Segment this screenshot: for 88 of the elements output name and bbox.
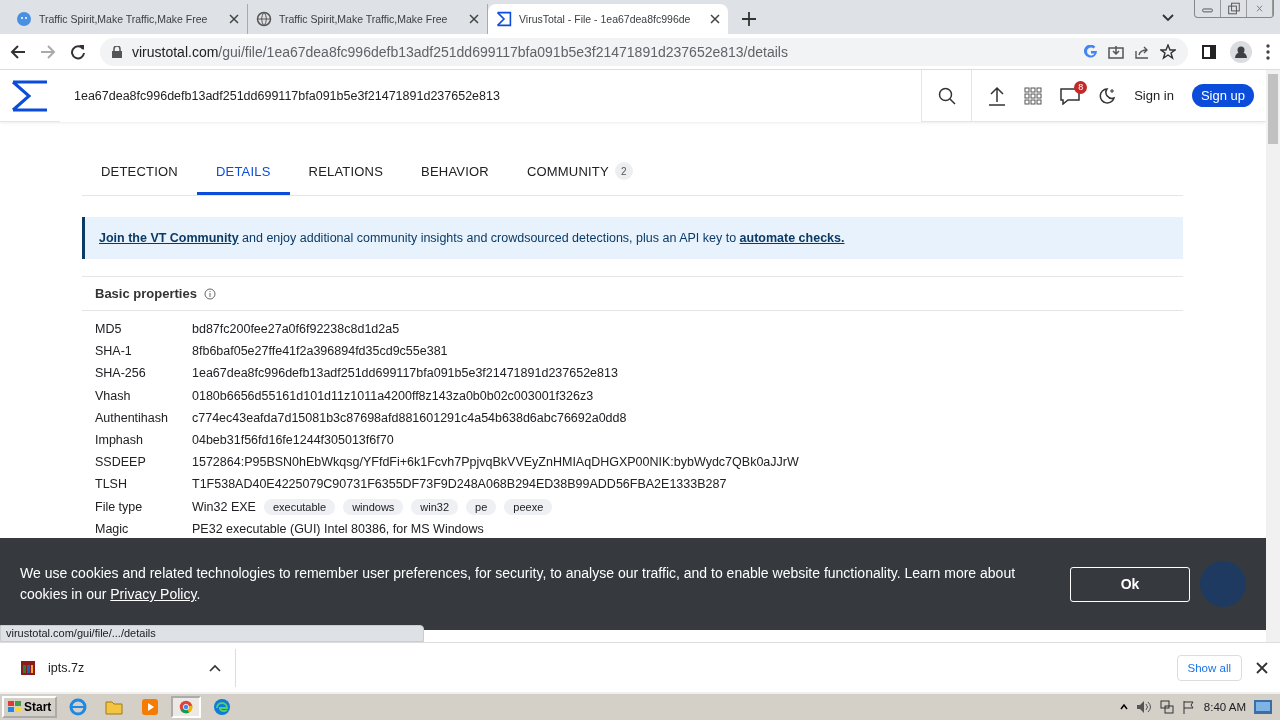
property-value: PE32 executable (GUI) Intel 80386, for MS Windows <box>192 521 484 536</box>
property-label: Magic <box>95 521 130 536</box>
clock: 8:40 AM <box>1203 701 1246 713</box>
notification-badge: 8 <box>1074 80 1088 94</box>
property-label: Vhash <box>95 388 132 403</box>
property-value: c774ec43eafda7d15081b3c87698afd881601291c4a54b638d6abc76692a0dd8 <box>192 410 627 425</box>
sign-up-button[interactable]: Sign up <box>1191 84 1254 107</box>
nav-tab[interactable]: DETECTION <box>82 150 197 195</box>
property-value: T1F538AD40E4225079C90731F6355DF73F9D248A068B294ED38B99ADD56FBA2E1333B287 <box>192 477 727 492</box>
section-title: Basic properties <box>95 286 197 301</box>
close-icon[interactable] <box>469 14 479 24</box>
nav-tab[interactable]: BEHAVIOR <box>402 150 508 195</box>
property-label: Imphash <box>95 433 144 448</box>
sigma-logo-icon <box>496 11 512 27</box>
property-value: 1572864:P95BSN0hEbWkqsg/YFfdFi+6k1Fcvh7PpjvqBkVVEyZnHMIAqDHGXP00NIK:bybWydc7QBk0aJJrW <box>192 455 799 470</box>
tag[interactable]: windows <box>343 498 404 515</box>
chevron-down-icon[interactable] <box>1162 14 1174 22</box>
count-badge: 2 <box>614 162 633 180</box>
windows-flag-icon <box>8 701 22 713</box>
tag[interactable]: peexe <box>504 498 553 515</box>
property-value: 8fb6baf05e27ffe41f2a396894fd35cd9c55e381 <box>192 344 448 359</box>
archive-icon <box>20 659 36 676</box>
taskbar-app[interactable] <box>171 696 202 718</box>
chat-icon[interactable] <box>1060 86 1081 105</box>
globe-icon <box>256 11 272 27</box>
browser-tab[interactable]: VirusTotal - File - 1ea67dea8fc996de <box>488 4 728 34</box>
status-url: virustotal.com/gui/file/.../details <box>0 625 424 642</box>
start-button[interactable]: Start <box>2 696 58 718</box>
chevron-up-icon[interactable] <box>1119 703 1128 711</box>
tag[interactable]: pe <box>466 498 497 515</box>
sigma-logo-icon[interactable] <box>11 79 49 112</box>
property-value: 1ea67dea8fc996defb13adf251dd699117bfa091b5e3f21471891d237652e813 <box>192 366 618 381</box>
notice-link[interactable]: Join the VT Community <box>99 231 239 245</box>
upload-icon[interactable] <box>988 85 1007 106</box>
ie-icon <box>69 698 88 716</box>
moon-icon[interactable] <box>1098 86 1117 105</box>
chrome-icon <box>179 698 194 716</box>
google-icon[interactable] <box>1084 44 1098 59</box>
more-icon[interactable] <box>1266 43 1270 60</box>
shield-icon <box>16 11 32 27</box>
property-label: Authentihash <box>95 410 169 425</box>
speaker-icon[interactable] <box>1135 700 1152 714</box>
scrollbar[interactable] <box>1266 70 1280 642</box>
lock-icon <box>112 45 122 58</box>
star-icon[interactable] <box>1160 43 1176 60</box>
search-icon <box>937 86 956 105</box>
close-icon[interactable] <box>229 14 239 24</box>
nav-tab[interactable]: RELATIONS <box>289 150 403 195</box>
nav-tab[interactable]: DETAILS <box>196 150 290 195</box>
download-item[interactable]: ipts.7z <box>20 648 236 687</box>
network-icon[interactable] <box>1159 700 1174 714</box>
tag[interactable]: executable <box>263 498 336 515</box>
install-icon[interactable] <box>1108 44 1124 59</box>
back-icon[interactable] <box>10 43 26 60</box>
side-panel-icon[interactable] <box>1202 44 1216 59</box>
close-icon[interactable] <box>1256 661 1268 674</box>
nav-tab[interactable]: COMMUNITY 2 <box>507 150 652 195</box>
media-player-icon <box>141 698 160 716</box>
property-label: MD5 <box>95 322 123 337</box>
info-icon[interactable] <box>203 287 216 300</box>
ok-button[interactable]: Ok <box>1070 566 1190 602</box>
folder-icon <box>105 698 124 716</box>
property-label: SHA-1 <box>95 344 133 359</box>
property-label: File type <box>95 499 144 514</box>
close-icon[interactable] <box>710 14 720 24</box>
property-label: SHA-256 <box>95 366 147 381</box>
show-all-button[interactable]: Show all <box>1176 654 1242 681</box>
notice-link[interactable]: automate checks. <box>739 231 845 245</box>
profile-icon[interactable] <box>1230 40 1252 63</box>
tag[interactable]: win32 <box>411 498 459 515</box>
chevron-up-icon <box>209 663 221 672</box>
cookie-text: We use cookies and related technologies to remember user preferences, for security, to analyse our traffic, and to enable website functionality. Learn more about cookies in our Privacy Policy. <box>20 564 1017 604</box>
property-label: TLSH <box>95 477 128 492</box>
property-label: SSDEEP <box>95 455 147 470</box>
flag-icon[interactable] <box>1181 700 1196 714</box>
sign-in-link[interactable]: Sign in <box>1134 88 1174 103</box>
property-value: Win32 EXE <box>192 499 256 514</box>
property-value: 04beb31f56fd16fe1244f305013f6f70 <box>192 433 394 448</box>
property-value: bd87fc200fee27a0f6f92238c8d1d2a5 <box>192 322 400 337</box>
reload-icon[interactable] <box>70 43 86 60</box>
search-field[interactable]: 1ea67dea8fc996defb13adf251dd699117bfa091b5e3f21471891d237652e813 <box>60 70 923 122</box>
property-value: 0180b6656d55161d101d11z1011a4200ff8z143za0b0b02c003001f326z3 <box>192 388 594 403</box>
edge-icon <box>213 698 232 716</box>
share-icon[interactable] <box>1134 44 1150 59</box>
notice-banner: Join the VT Community and enjoy additional community insights and crowdsourced detections, plus an API key to automate checks. <box>82 217 1183 259</box>
new-tab-icon[interactable] <box>742 12 756 26</box>
grid-icon[interactable] <box>1024 86 1043 105</box>
address-bar[interactable]: virustotal.com/gui/file/1ea67dea8fc996defb13adf251dd699117bfa091b5e3f21471891d237652e813/details <box>100 37 1188 66</box>
